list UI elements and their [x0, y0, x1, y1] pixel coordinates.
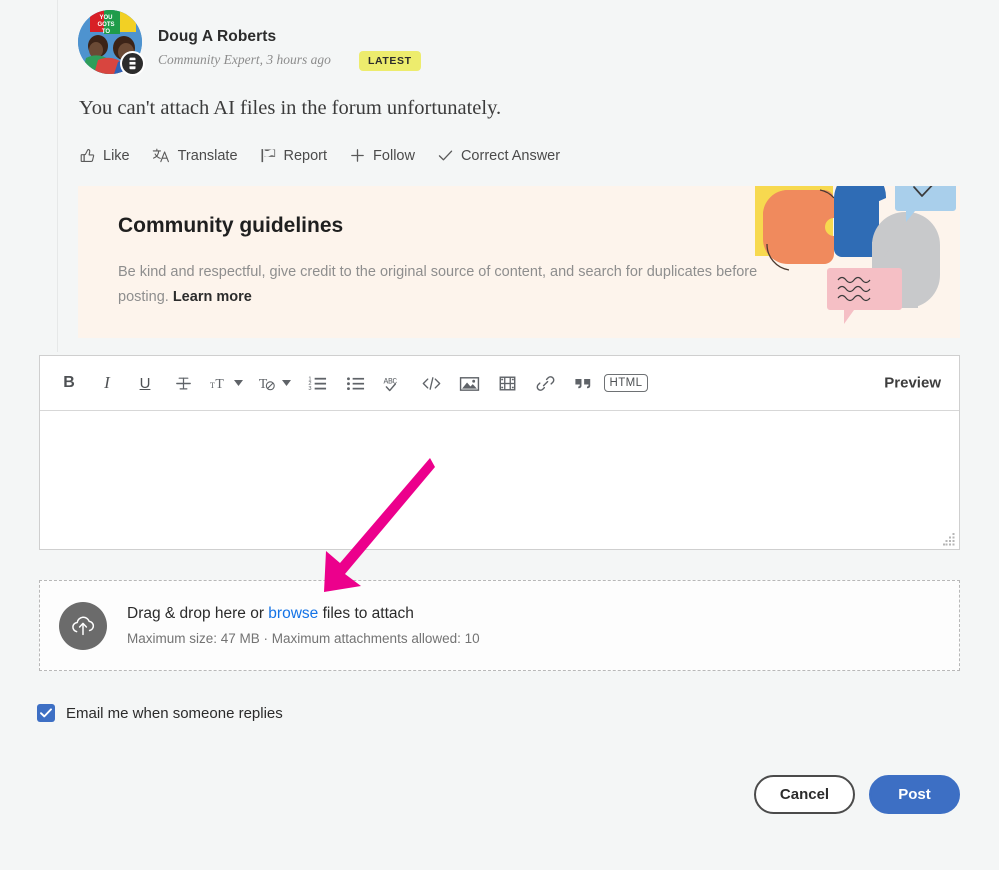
- svg-text:T: T: [215, 376, 224, 391]
- author-meta: Community Expert, 3 hours ago: [158, 52, 331, 67]
- email-notify-label: Email me when someone replies: [66, 704, 283, 722]
- ordered-list-icon: 1 2 3: [308, 374, 327, 393]
- report-label: Report: [283, 147, 328, 164]
- font-size-button[interactable]: T T: [202, 364, 250, 402]
- guidelines-text: Be kind and respectful, give credit to t…: [118, 260, 798, 310]
- translate-icon: [152, 147, 171, 164]
- unordered-list-button[interactable]: [336, 364, 374, 402]
- browse-link[interactable]: browse: [268, 605, 318, 622]
- chevron-down-icon: [282, 380, 291, 386]
- underline-label: U: [139, 374, 151, 392]
- composer-footer: Cancel Post: [754, 775, 960, 814]
- blockquote-button[interactable]: [564, 364, 602, 402]
- avatar[interactable]: YOU GOTS TO: [78, 10, 145, 76]
- unordered-list-icon: [346, 374, 365, 393]
- follow-label: Follow: [373, 147, 415, 164]
- correct-answer-button[interactable]: Correct Answer: [437, 147, 560, 164]
- dropzone-title-before: Drag & drop here or: [127, 605, 269, 622]
- plus-icon: [349, 147, 366, 164]
- follow-button[interactable]: Follow: [349, 147, 415, 164]
- bold-label: B: [63, 374, 75, 391]
- community-illustration: [755, 186, 960, 338]
- expert-badge-icon: [120, 51, 145, 76]
- svg-text:TO: TO: [102, 29, 111, 35]
- flag-icon: [260, 147, 277, 164]
- thumbs-up-icon: [79, 147, 96, 164]
- email-notify-row[interactable]: Email me when someone replies: [37, 704, 283, 722]
- bold-button[interactable]: B: [50, 364, 88, 402]
- author-name[interactable]: Doug A Roberts: [158, 28, 276, 46]
- upload-cloud-icon: [59, 602, 107, 650]
- editor-toolbar: B I U T T T 1 2 3 ABC HTML Preview: [40, 356, 959, 411]
- strikethrough-icon: [174, 374, 193, 393]
- status-badge: LATEST: [359, 51, 421, 71]
- left-rail-divider: [57, 0, 58, 352]
- rich-text-editor: B I U T T T 1 2 3 ABC HTML Preview: [39, 355, 960, 550]
- video-icon: [498, 374, 517, 393]
- text-color-icon: T: [257, 374, 279, 393]
- guidelines-title: Community guidelines: [118, 214, 344, 237]
- svg-text:T: T: [210, 381, 215, 390]
- html-source-button[interactable]: HTML: [602, 364, 650, 402]
- translate-label: Translate: [177, 147, 238, 164]
- post-actions: Like Translate Report Follow Correct Ans…: [79, 147, 582, 164]
- dropzone-title-after: files to attach: [318, 605, 414, 622]
- text-color-button[interactable]: T: [250, 364, 298, 402]
- spellcheck-button[interactable]: ABC: [374, 364, 412, 402]
- image-icon: [459, 374, 480, 393]
- spellcheck-icon: ABC: [383, 374, 404, 393]
- like-button[interactable]: Like: [79, 147, 130, 164]
- svg-text:YOU: YOU: [99, 15, 112, 21]
- quote-icon: [573, 374, 593, 393]
- dropzone-subtitle: Maximum size: 47 MB · Maximum attachment…: [127, 631, 480, 646]
- check-icon: [437, 147, 454, 164]
- svg-text:ABC: ABC: [383, 377, 397, 386]
- italic-button[interactable]: I: [88, 364, 126, 402]
- insert-link-button[interactable]: [526, 364, 564, 402]
- post-header: YOU GOTS TO Doug A Roberts Community Exp…: [78, 8, 958, 78]
- font-size-icon: T T: [209, 374, 231, 393]
- link-icon: [536, 374, 555, 393]
- italic-label: I: [104, 373, 110, 392]
- html-label: HTML: [603, 374, 649, 392]
- learn-more-link[interactable]: Learn more: [173, 289, 252, 305]
- insert-video-button[interactable]: [488, 364, 526, 402]
- like-label: Like: [103, 147, 130, 164]
- report-button[interactable]: Report: [260, 147, 328, 164]
- cancel-button[interactable]: Cancel: [754, 775, 855, 814]
- underline-button[interactable]: U: [126, 364, 164, 402]
- editor-text-area[interactable]: [40, 411, 959, 549]
- insert-image-button[interactable]: [450, 364, 488, 402]
- strikethrough-button[interactable]: [164, 364, 202, 402]
- chevron-down-icon: [234, 380, 243, 386]
- code-icon: [421, 374, 442, 393]
- email-notify-checkbox[interactable]: [37, 704, 55, 722]
- preview-button[interactable]: Preview: [884, 375, 941, 392]
- translate-button[interactable]: Translate: [152, 147, 238, 164]
- code-button[interactable]: [412, 364, 450, 402]
- resize-handle[interactable]: [943, 533, 956, 546]
- reply-composer-page: YOU GOTS TO Doug A Roberts Community Exp…: [0, 0, 999, 870]
- svg-text:GOTS: GOTS: [97, 22, 114, 28]
- attachment-dropzone[interactable]: Drag & drop here or browse files to atta…: [39, 580, 960, 671]
- correct-answer-label: Correct Answer: [460, 147, 561, 164]
- post-button[interactable]: Post: [869, 775, 960, 814]
- ordered-list-button[interactable]: 1 2 3: [298, 364, 336, 402]
- community-guidelines-banner: Community guidelines Be kind and respect…: [78, 186, 960, 338]
- post-body-text: You can't attach AI files in the forum u…: [79, 97, 502, 119]
- svg-text:3: 3: [308, 386, 311, 392]
- dropzone-title: Drag & drop here or browse files to atta…: [127, 605, 414, 623]
